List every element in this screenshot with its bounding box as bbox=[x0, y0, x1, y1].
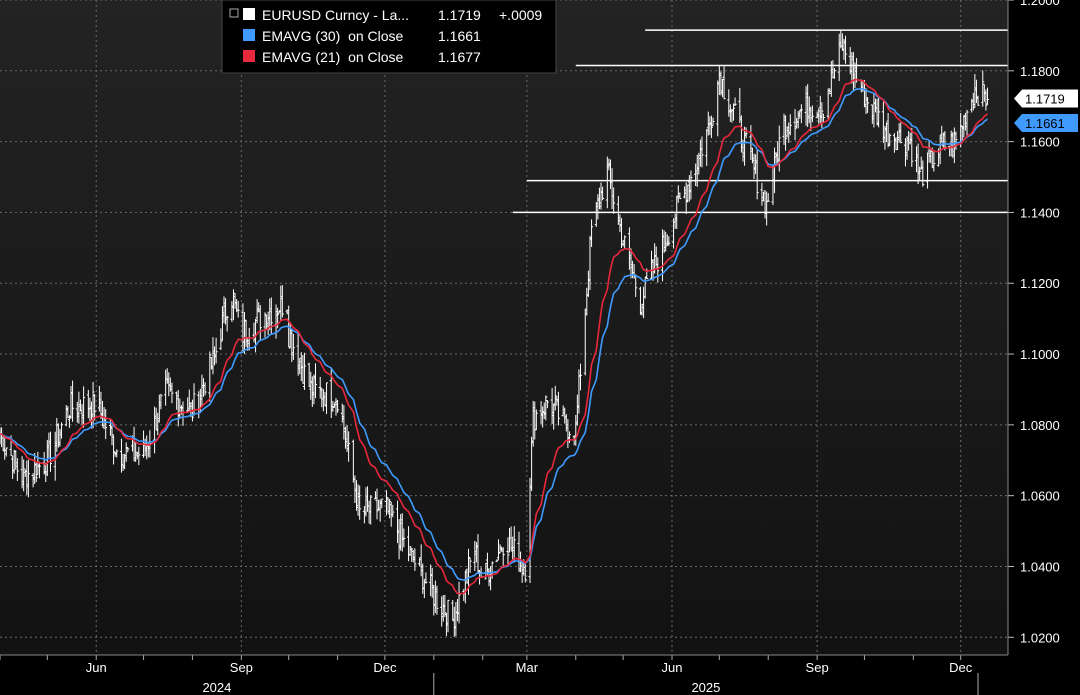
x-tick-label: Dec bbox=[949, 660, 973, 675]
y-tick-label: 1.0200 bbox=[1020, 630, 1060, 645]
y-tick-label: 1.0600 bbox=[1020, 489, 1060, 504]
y-tick-label: 1.1600 bbox=[1020, 135, 1060, 150]
legend-price-label: EURUSD Curncy - La... bbox=[262, 7, 409, 23]
y-tick-label: 1.1400 bbox=[1020, 205, 1060, 220]
legend-ema30-last: 1.1661 bbox=[438, 28, 481, 44]
legend-price-change: +.0009 bbox=[499, 7, 542, 23]
legend-swatch-ema21 bbox=[243, 50, 255, 62]
x-tick-label: Jun bbox=[86, 660, 107, 675]
x-tick-label: Jun bbox=[662, 660, 683, 675]
last-value-tag: 1.1661 bbox=[1014, 114, 1078, 133]
last-value-tag-label: 1.1719 bbox=[1025, 91, 1065, 106]
plot-background bbox=[0, 0, 1008, 655]
legend-swatch-ema30 bbox=[243, 29, 255, 41]
last-value-tag-label: 1.1661 bbox=[1025, 116, 1065, 131]
legend-swatch-price bbox=[243, 8, 255, 20]
y-tick-label: 1.2000 bbox=[1020, 0, 1060, 8]
last-value-tag: 1.1719 bbox=[1014, 89, 1078, 108]
y-tick-label: 1.1800 bbox=[1020, 64, 1060, 79]
x-tick-label: Dec bbox=[373, 660, 397, 675]
y-tick-label: 1.0400 bbox=[1020, 559, 1060, 574]
x-tick-label: Sep bbox=[806, 660, 829, 675]
y-tick-label: 1.1200 bbox=[1020, 276, 1060, 291]
x-tick-label: Mar bbox=[516, 660, 539, 675]
eurusd-chart: 1.0200 1.0400 1.0600 1.0800 1.1000 1.1200 1.14… bbox=[0, 0, 1080, 695]
legend-ema21-last: 1.1677 bbox=[438, 49, 481, 65]
legend-ema30-label: EMAVG (30) on Close bbox=[262, 28, 404, 44]
y-tick-label: 1.1000 bbox=[1020, 347, 1060, 362]
year-label: 2025 bbox=[691, 680, 720, 695]
xaxis-background bbox=[0, 655, 1080, 695]
legend-price-last: 1.1719 bbox=[438, 7, 481, 23]
x-tick-label: Sep bbox=[230, 660, 253, 675]
year-label: 2024 bbox=[202, 680, 231, 695]
legend: EURUSD Curncy - La... 1.1719 +.0009 EMAV… bbox=[221, 0, 557, 74]
y-tick-label: 1.0800 bbox=[1020, 418, 1060, 433]
legend-ema21-label: EMAVG (21) on Close bbox=[262, 49, 404, 65]
